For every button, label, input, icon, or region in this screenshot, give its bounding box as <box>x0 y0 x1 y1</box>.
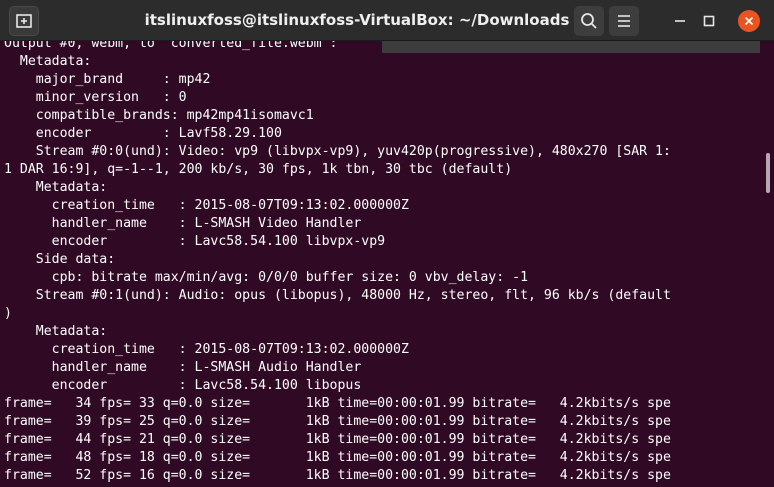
vertical-scrollbar[interactable] <box>762 41 774 487</box>
close-button[interactable] <box>738 10 760 32</box>
terminal-line: Side data: <box>4 252 116 267</box>
terminal-line: Stream #0:0(und): Video: vp9 (libvpx-vp9… <box>4 144 671 159</box>
maximize-button[interactable] <box>698 10 720 32</box>
terminal-line: encoder : Lavf58.29.100 <box>4 126 282 141</box>
hamburger-menu-icon <box>618 15 630 27</box>
terminal-line: frame= 34 fps= 33 q=0.0 size= 1kB time=0… <box>4 396 671 411</box>
window-title: itslinuxfoss@itslinuxfoss-VirtualBox: ~/… <box>144 11 570 29</box>
maximize-icon <box>703 15 715 27</box>
terminal-output[interactable]: Output #0, webm, to 'converted_file.webm… <box>0 41 762 487</box>
terminal-line: creation_time : 2015-08-07T09:13:02.0000… <box>4 342 409 357</box>
terminal-line: Metadata: <box>4 324 108 339</box>
terminal-line: creation_time : 2015-08-07T09:13:02.0000… <box>4 198 409 213</box>
search-button[interactable] <box>574 6 604 36</box>
terminal-line: cpb: bitrate max/min/avg: 0/0/0 buffer s… <box>4 270 529 285</box>
terminal-line: frame= 48 fps= 18 q=0.0 size= 1kB time=0… <box>4 450 671 465</box>
terminal-line: Metadata: <box>4 180 108 195</box>
terminal-line: Metadata: <box>4 54 92 69</box>
terminal-line: 1 DAR 16:9], q=-1--1, 200 kb/s, 30 fps, … <box>4 162 513 177</box>
terminal-line: handler_name : L-SMASH Video Handler <box>4 216 362 231</box>
terminal-line: minor_version : 0 <box>4 90 187 105</box>
terminal-line: ) <box>4 306 12 321</box>
title-bar: itslinuxfoss@itslinuxfoss-VirtualBox: ~/… <box>0 0 774 41</box>
terminal-line: frame= 44 fps= 21 q=0.0 size= 1kB time=0… <box>4 432 671 447</box>
new-tab-icon <box>16 14 32 28</box>
terminal-line: Stream #0:1(und): Audio: opus (libopus),… <box>4 288 671 303</box>
terminal-line: encoder : Lavc58.54.100 libvpx-vp9 <box>4 234 386 249</box>
terminal-line: major_brand : mp42 <box>4 72 211 87</box>
minimize-icon <box>675 20 685 22</box>
terminal-line: handler_name : L-SMASH Audio Handler <box>4 360 362 375</box>
minimize-button[interactable] <box>669 10 691 32</box>
scrollbar-thumb[interactable] <box>766 153 770 193</box>
menu-button[interactable] <box>609 6 639 36</box>
terminal-line: compatible_brands: mp42mp41isomavc1 <box>4 108 314 123</box>
terminal-line: frame= 52 fps= 16 q=0.0 size= 1kB time=0… <box>4 468 671 483</box>
terminal-line: encoder : Lavc58.54.100 libopus <box>4 378 362 393</box>
close-icon <box>744 16 754 26</box>
terminal-line: Output #0, webm, to 'converted_file.webm… <box>4 41 338 51</box>
search-icon <box>581 13 597 29</box>
new-tab-button[interactable] <box>9 6 39 36</box>
terminal-line: frame= 39 fps= 25 q=0.0 size= 1kB time=0… <box>4 414 671 429</box>
